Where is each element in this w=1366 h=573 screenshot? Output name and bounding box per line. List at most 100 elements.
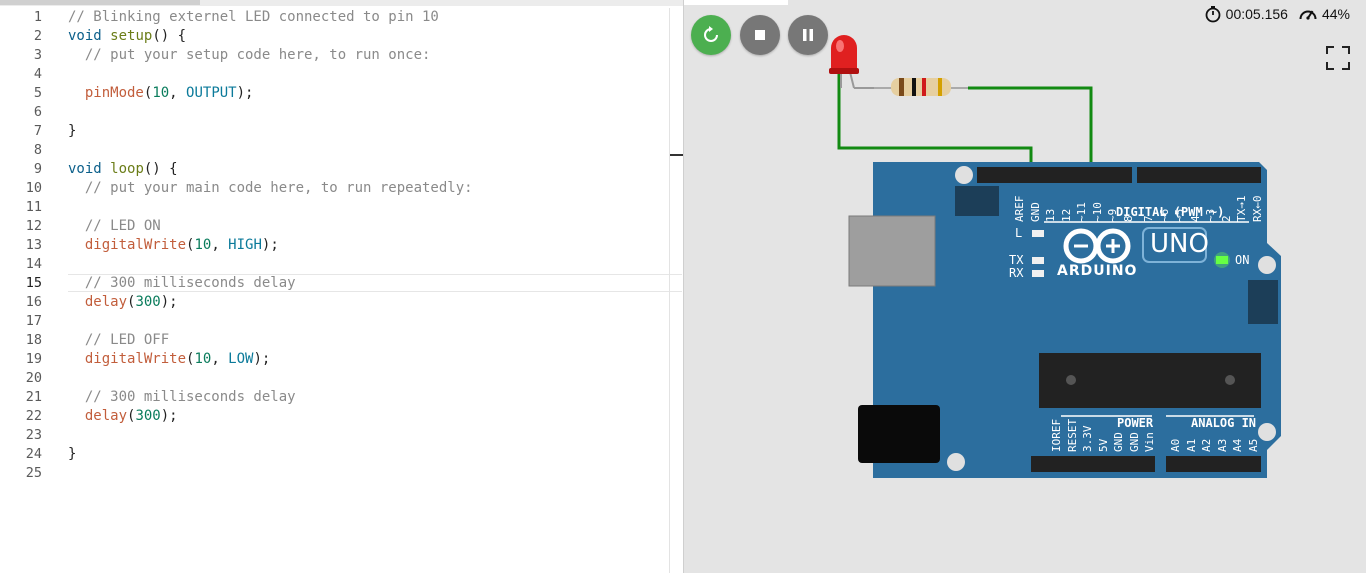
line-number-gutter: 1 2 3 4 5 6 7 8 9 10 11 12 13 14 15 16 17 18 19 20 21 22 23 24 2… — [0, 8, 56, 483]
pin-label: 13 — [1044, 208, 1057, 222]
pin-label: A3 — [1215, 438, 1229, 452]
code-token: OUTPUT — [186, 85, 237, 101]
code-token: () { — [143, 161, 178, 177]
analog-header — [1166, 456, 1261, 472]
pin-label: 8 — [1121, 215, 1135, 222]
code-line[interactable]: pinMode(10, OUTPUT); — [68, 84, 669, 103]
code-line[interactable]: delay(300); — [68, 293, 669, 312]
code-token: () { — [152, 28, 187, 44]
code-line[interactable]: // Blinking externel LED connected to pi… — [68, 8, 669, 27]
code-line[interactable] — [68, 103, 669, 122]
code-token: } — [68, 446, 77, 462]
pin-label: ~11 — [1075, 202, 1088, 222]
code-token: // put your setup code here, to run once… — [68, 47, 431, 63]
code-token: HIGH — [228, 237, 262, 253]
icsp-header — [955, 186, 999, 216]
icsp-header-2 — [1248, 280, 1278, 324]
scrollbar-marker — [670, 154, 683, 156]
led-red[interactable] — [829, 35, 876, 89]
code-line[interactable]: // put your main code here, to run repea… — [68, 179, 669, 198]
l-label: L — [1015, 226, 1023, 240]
code-line[interactable]: // put your setup code here, to run once… — [68, 46, 669, 65]
pin-label: A0 — [1169, 438, 1182, 452]
code-editor[interactable]: 1 2 3 4 5 6 7 8 9 10 11 12 13 14 15 16 17 18 19 20 21 22 23 24 2… — [0, 0, 683, 573]
code-line[interactable]: } — [68, 445, 669, 464]
resistor[interactable] — [874, 78, 968, 96]
code-line[interactable]: } — [68, 122, 669, 141]
line-number: 11 — [25, 199, 42, 215]
pin-label: 2 — [1219, 215, 1233, 222]
code-token: LOW — [228, 351, 254, 367]
code-line[interactable]: // 300 milliseconds delay — [68, 274, 669, 293]
pin-label: GND — [1028, 202, 1042, 222]
pin-label: ~3 — [1204, 208, 1217, 222]
line-number: 19 — [25, 351, 42, 367]
code-line[interactable] — [68, 255, 669, 274]
pin-label: ~9 — [1106, 208, 1119, 222]
code-token: pinMode — [84, 85, 144, 101]
mounting-hole — [1258, 256, 1276, 274]
pin-label: IOREF — [1050, 418, 1063, 452]
code-token: // 300 milliseconds delay — [68, 275, 296, 291]
line-number: 16 — [25, 294, 42, 310]
line-number: 5 — [33, 85, 42, 101]
on-label: ON — [1235, 253, 1250, 267]
line-number: 24 — [25, 446, 42, 462]
code-line[interactable] — [68, 464, 669, 483]
code-token: void — [68, 28, 102, 44]
pin-label: 3.3V — [1081, 425, 1094, 453]
line-number: 23 — [25, 427, 42, 443]
code-line[interactable] — [68, 198, 669, 217]
pin-label: 12 — [1059, 208, 1073, 222]
editor-tab-strip — [0, 0, 683, 6]
mounting-hole — [947, 453, 965, 471]
pin-label: 7 — [1142, 215, 1155, 222]
code-line[interactable] — [68, 369, 669, 388]
editor-tab[interactable] — [0, 0, 200, 5]
code-token: // Blinking externel LED connected to pi… — [68, 9, 439, 25]
code-line[interactable]: delay(300); — [68, 407, 669, 426]
code-token: delay — [84, 294, 128, 310]
circuit-canvas — [829, 35, 1281, 478]
pin-label: Vin — [1143, 432, 1156, 452]
line-number: 14 — [25, 256, 42, 272]
tx-label: TX — [1009, 253, 1024, 267]
code-token: 10 — [152, 85, 170, 101]
line-number: 8 — [33, 142, 42, 158]
code-line[interactable] — [68, 141, 669, 160]
code-line[interactable]: digitalWrite(10, HIGH); — [68, 236, 669, 255]
code-area[interactable]: // Blinking externel LED connected to pi… — [68, 8, 669, 483]
code-line[interactable] — [68, 312, 669, 331]
editor-scrollbar[interactable] — [669, 8, 670, 573]
led-rx — [1032, 270, 1044, 277]
digital-header-left — [977, 167, 1132, 183]
code-token: // LED ON — [68, 218, 161, 234]
code-line[interactable]: // LED OFF — [68, 331, 669, 350]
digital-header-right — [1137, 167, 1261, 183]
line-number: 4 — [33, 66, 42, 82]
power-led — [1216, 256, 1228, 264]
code-token: 10 — [194, 351, 212, 367]
pin-label: GND — [1112, 432, 1125, 452]
code-line[interactable]: // LED ON — [68, 217, 669, 236]
code-line[interactable]: void loop() { — [68, 160, 669, 179]
code-line[interactable]: void setup() { — [68, 27, 669, 46]
simulator-panel[interactable]: 00:05.156 44% ARDUINO UNO ON L TX RX DIG… — [683, 0, 1366, 573]
code-line[interactable] — [68, 65, 669, 84]
code-line[interactable]: // 300 milliseconds delay — [68, 388, 669, 407]
code-token: } — [68, 123, 77, 139]
code-line[interactable]: digitalWrite(10, LOW); — [68, 350, 669, 369]
pin-label: A2 — [1200, 438, 1213, 452]
mounting-hole — [955, 166, 973, 184]
code-line[interactable] — [68, 426, 669, 445]
line-number: 6 — [33, 104, 42, 120]
code-token: ); — [253, 351, 271, 367]
line-number: 20 — [25, 370, 42, 386]
code-token: 300 — [135, 408, 161, 424]
analog-label: ANALOG IN — [1191, 416, 1257, 430]
